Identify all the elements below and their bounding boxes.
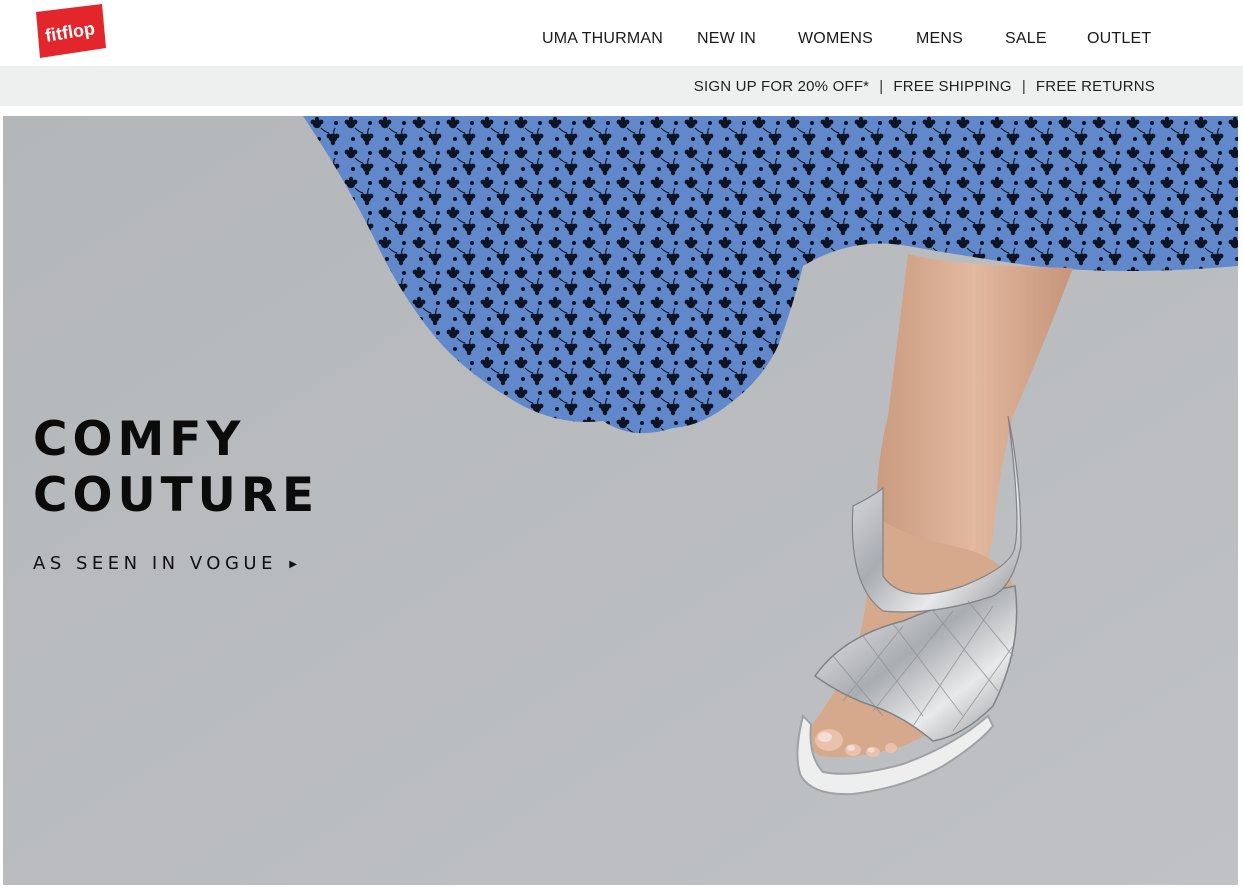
nav-item-uma-thurman[interactable]: UMA THURMAN bbox=[542, 30, 663, 48]
nav-item-womens[interactable]: WOMENS bbox=[798, 30, 873, 48]
headline-line-2: COUTURE bbox=[33, 468, 320, 523]
headline-line-1: COMFY bbox=[33, 412, 246, 467]
nav-item-outlet[interactable]: OUTLET bbox=[1087, 30, 1151, 48]
promo-separator: | bbox=[1021, 78, 1026, 95]
as-seen-in-vogue-link[interactable]: AS SEEN IN VOGUE ▶ bbox=[33, 553, 297, 574]
promo-links: SIGN UP FOR 20% OFF* | FREE SHIPPING | FREE … bbox=[694, 78, 1155, 95]
free-shipping-link[interactable]: FREE SHIPPING bbox=[893, 78, 1011, 95]
nav-item-sale[interactable]: SALE bbox=[1005, 30, 1047, 48]
caret-right-icon: ▶ bbox=[289, 559, 297, 570]
signup-offer-link[interactable]: SIGN UP FOR 20% OFF* bbox=[694, 78, 869, 95]
cta-label: AS SEEN IN VOGUE bbox=[33, 553, 277, 574]
nav-item-mens[interactable]: MENS bbox=[916, 30, 963, 48]
nav-item-new-in[interactable]: NEW IN bbox=[697, 30, 756, 48]
main-nav: UMA THURMAN NEW IN WOMENS MENS SALE OUTL… bbox=[0, 30, 1243, 52]
hero-headline: COMFY COUTURE bbox=[33, 412, 319, 524]
hero-banner[interactable]: COMFY COUTURE AS SEEN IN VOGUE ▶ bbox=[3, 116, 1238, 885]
free-returns-link[interactable]: FREE RETURNS bbox=[1036, 78, 1155, 95]
promo-separator: | bbox=[879, 78, 884, 95]
promo-bar: SIGN UP FOR 20% OFF* | FREE SHIPPING | FREE … bbox=[0, 66, 1243, 106]
site-header: fitflop UMA THURMAN NEW IN WOMENS MENS S… bbox=[0, 0, 1243, 66]
